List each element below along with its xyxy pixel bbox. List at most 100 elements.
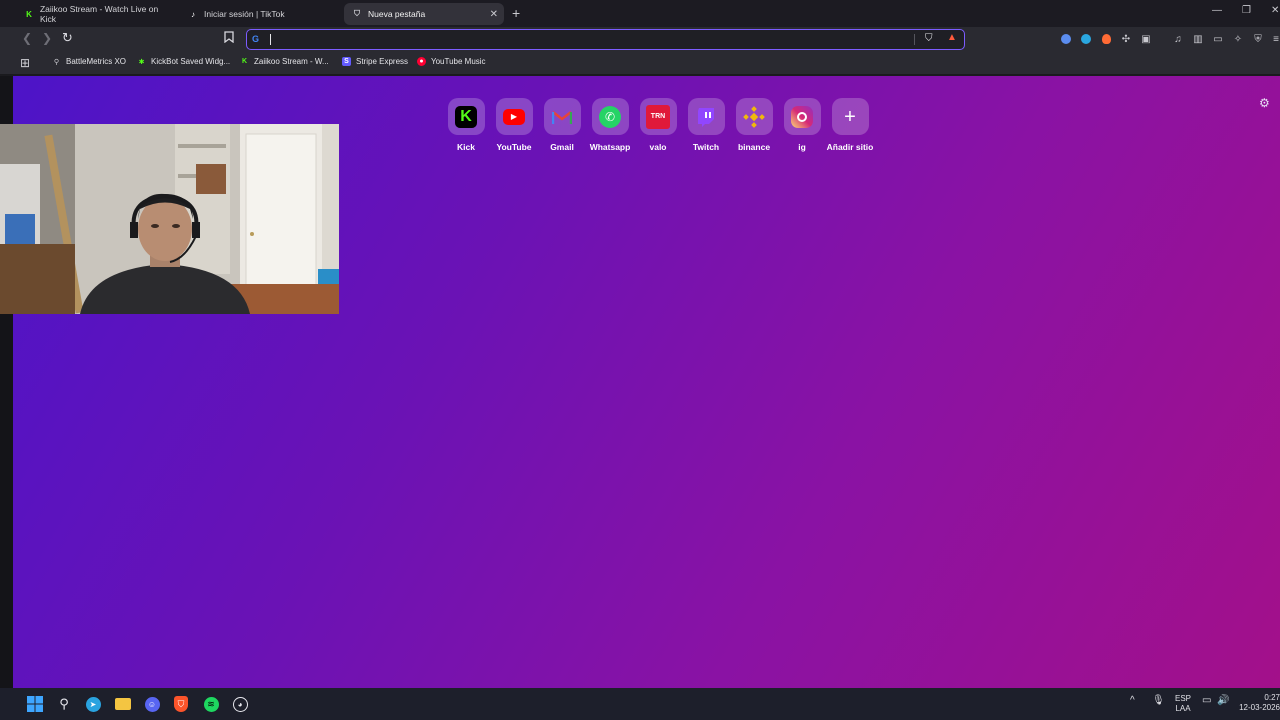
leo-ai-icon[interactable]: ✧ (1232, 33, 1244, 45)
search-icon[interactable]: ⚲ (55, 695, 73, 713)
binance-icon (743, 105, 765, 128)
tab-tiktok[interactable]: ♪ Iniciar sesión | TikTok (180, 3, 340, 25)
tile-background: TRN (639, 98, 677, 135)
extension-icon-orange[interactable] (1100, 33, 1112, 45)
language-indicator[interactable]: ESP LAA (1175, 694, 1191, 714)
restore-icon[interactable]: ❐ (1242, 5, 1251, 16)
wallet-icon[interactable]: ▭ (1212, 33, 1224, 45)
kickbot-icon: ✱ (138, 58, 145, 66)
shortcut-binance[interactable]: binance (730, 98, 778, 152)
tab-kick[interactable]: K Zaiikoo Stream - Watch Live on Kick (16, 3, 176, 25)
back-icon[interactable]: ❮ (22, 31, 32, 45)
tab-strip: K Zaiikoo Stream - Watch Live on Kick ♪ … (0, 0, 1280, 27)
language-code: ESP (1175, 694, 1192, 703)
telegram-icon[interactable]: ➤ (84, 695, 102, 713)
kick-icon: K (26, 9, 32, 19)
bookmark-stripe[interactable]: S Stripe Express (342, 57, 408, 66)
webcam-scene-image (0, 124, 339, 314)
taskbar: ⚲ ➤ ☺ ⛉ ≋ ◕ ^ 🎙 ESP LAA ▭ 🔊 0:27 12-03-2… (0, 688, 1280, 720)
extension-icon-cyan[interactable] (1080, 33, 1092, 45)
tiktok-icon: ♪ (191, 9, 195, 19)
settings-gear-icon[interactable]: ⚙ (1259, 96, 1270, 110)
volume-icon[interactable]: 🔊 (1217, 695, 1229, 706)
sidebar-icon[interactable]: ▥ (1192, 33, 1204, 45)
keyboard-layout: LAA (1175, 704, 1191, 713)
discord-icon[interactable]: ☺ (143, 695, 161, 713)
forward-icon[interactable]: ❯ (42, 31, 52, 45)
tile-background (735, 98, 773, 135)
new-tab-button[interactable]: + (512, 5, 520, 21)
brave-browser-icon[interactable]: ⛉ (172, 695, 190, 713)
reload-icon[interactable]: ↻ (62, 30, 73, 46)
tab-title: Zaiikoo Stream - Watch Live on Kick (39, 4, 159, 24)
shortcut-instagram[interactable]: ig (778, 98, 826, 152)
kick-icon: K (455, 105, 477, 128)
shortcut-tiles: K Kick ▶ YouTube Gmail ✆ Whatsapp TRN va… (442, 98, 874, 152)
tile-background (543, 98, 581, 135)
bookmark-zaiikoo[interactable]: K Zaiikoo Stream - W... (240, 57, 329, 66)
tile-background: K (447, 98, 485, 135)
shortcut-gmail[interactable]: Gmail (538, 98, 586, 152)
stripe-icon: S (342, 57, 351, 66)
shortcut-label: valo (649, 142, 667, 152)
webcam-overlay (0, 124, 339, 314)
bookmark-label: YouTube Music (431, 57, 486, 66)
tile-background: ▶ (495, 98, 533, 135)
text-caret (270, 34, 271, 45)
shortcut-label: ig (798, 142, 806, 152)
whatsapp-icon: ✆ (599, 105, 621, 128)
tile-background (783, 98, 821, 135)
file-explorer-icon[interactable] (114, 695, 132, 713)
search-icon: ⚲ (53, 58, 60, 66)
close-window-icon[interactable]: ✕ (1271, 5, 1279, 16)
minimize-icon[interactable]: — (1212, 5, 1222, 16)
gmail-icon (552, 110, 572, 124)
puzzle-icon[interactable]: ✣ (1120, 33, 1132, 45)
tile-background (687, 98, 725, 135)
bookmark-youtube-music[interactable]: ● YouTube Music (417, 57, 486, 66)
shortcut-twitch[interactable]: Twitch (682, 98, 730, 152)
bookmark-icon[interactable] (224, 31, 234, 46)
youtube-music-icon: ● (417, 57, 426, 66)
music-icon[interactable]: ♫ (1172, 33, 1184, 45)
trn-icon: TRN (646, 104, 670, 129)
clock[interactable]: 0:27 12-03-2026 (1239, 693, 1280, 713)
bookmark-label: BattleMetrics XO (66, 57, 127, 66)
divider (914, 34, 915, 45)
shortcut-label: Añadir sitio (826, 142, 874, 152)
instagram-icon (791, 105, 813, 128)
extension-icon-blue[interactable] (1060, 33, 1072, 45)
bookmarks-bar: ⊞ ⚲ BattleMetrics XO ✱ KickBot Saved Wid… (0, 52, 1280, 75)
tab-new-tab[interactable]: ⛉ Nueva pestaña ✕ (344, 3, 504, 25)
brave-shield-icon: ⛉ (354, 9, 360, 18)
shortcut-whatsapp[interactable]: ✆ Whatsapp (586, 98, 634, 152)
shortcut-label: binance (737, 142, 771, 152)
shortcut-kick[interactable]: K Kick (442, 98, 490, 152)
bookmark-battlemetrics[interactable]: ⚲ BattleMetrics XO (52, 57, 126, 66)
show-hidden-icons[interactable]: ^ (1130, 695, 1135, 706)
plus-icon: + (844, 105, 856, 128)
windows-start-icon[interactable] (26, 695, 44, 713)
brave-shields-icon[interactable]: ⛉ (925, 33, 933, 44)
shortcut-label: Gmail (550, 142, 574, 152)
bookmark-kickbot[interactable]: ✱ KickBot Saved Widg... (137, 57, 231, 66)
shortcut-label: Twitch (692, 142, 720, 152)
spotify-icon[interactable]: ≋ (202, 695, 220, 713)
kick-icon: K (241, 58, 248, 65)
obs-icon[interactable]: ◕ (231, 695, 249, 713)
google-icon: G (252, 34, 260, 44)
menu-icon[interactable]: ≡ (1270, 33, 1280, 45)
screenshot-icon[interactable]: ▣ (1140, 33, 1152, 45)
close-tab-icon[interactable]: ✕ (490, 9, 498, 20)
vpn-icon[interactable]: ⛨ (1252, 33, 1264, 45)
shortcut-youtube[interactable]: ▶ YouTube (490, 98, 538, 152)
network-icon[interactable]: ▭ (1202, 695, 1211, 706)
address-bar[interactable]: G ⛉ ▲ (246, 29, 965, 50)
apps-grid-icon[interactable]: ⊞ (20, 56, 30, 70)
clock-date: 12-03-2026 (1239, 703, 1280, 712)
bookmark-label: KickBot Saved Widg... (151, 57, 231, 66)
shortcut-valo[interactable]: TRN valo (634, 98, 682, 152)
microphone-icon[interactable]: 🎙 (1152, 695, 1165, 706)
brave-rewards-icon[interactable]: ▲ (947, 32, 957, 43)
shortcut-add-site[interactable]: + Añadir sitio (826, 98, 874, 152)
